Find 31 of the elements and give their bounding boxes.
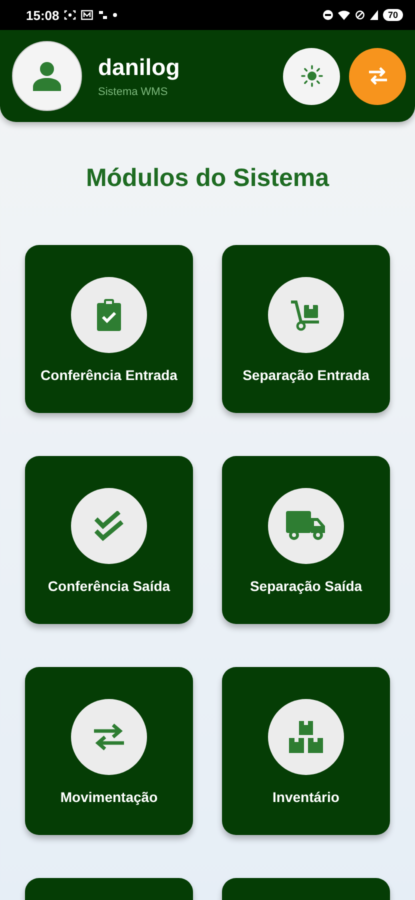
status-time: 15:08: [26, 8, 60, 22]
module-card[interactable]: Conferência Saída: [25, 456, 193, 624]
module-card[interactable]: Movimentação: [25, 667, 193, 835]
module-card[interactable]: Separação Saída: [222, 456, 390, 624]
module-card[interactable]: Separação Entrada: [222, 245, 390, 413]
double-check-icon: [93, 511, 125, 541]
person-icon: [33, 61, 61, 91]
module-card[interactable]: Inventário: [222, 667, 390, 835]
gallery-icon: [81, 10, 94, 20]
module-label: Conferência Saída: [48, 578, 170, 594]
user-name: danilog: [98, 54, 180, 81]
wifi-icon: [338, 10, 350, 20]
boxes-icon: [288, 721, 324, 753]
page-title: Módulos do Sistema: [84, 164, 330, 193]
swap-arrows-icon: [366, 66, 388, 86]
module-label: Inventário: [272, 789, 340, 805]
swap-arrows-icon: [92, 723, 126, 751]
module-label: Movimentação: [60, 789, 158, 805]
module-label: Separação Saída: [250, 578, 362, 594]
module-label: Conferência Entrada: [40, 367, 178, 383]
app-subtitle: Sistema WMS: [98, 86, 168, 98]
module-label: Separação Entrada: [242, 367, 370, 383]
module-card[interactable]: Conferência Entrada: [25, 245, 193, 413]
do-not-disturb-icon: [322, 10, 333, 20]
screenshot-icon: [64, 10, 76, 20]
sun-icon: [300, 65, 322, 87]
signal-icon: [370, 10, 378, 20]
battery-level: 70: [382, 9, 403, 21]
truck-icon: [286, 511, 326, 541]
clipboard-check-icon: [95, 299, 123, 331]
dot-icon: [113, 13, 118, 17]
